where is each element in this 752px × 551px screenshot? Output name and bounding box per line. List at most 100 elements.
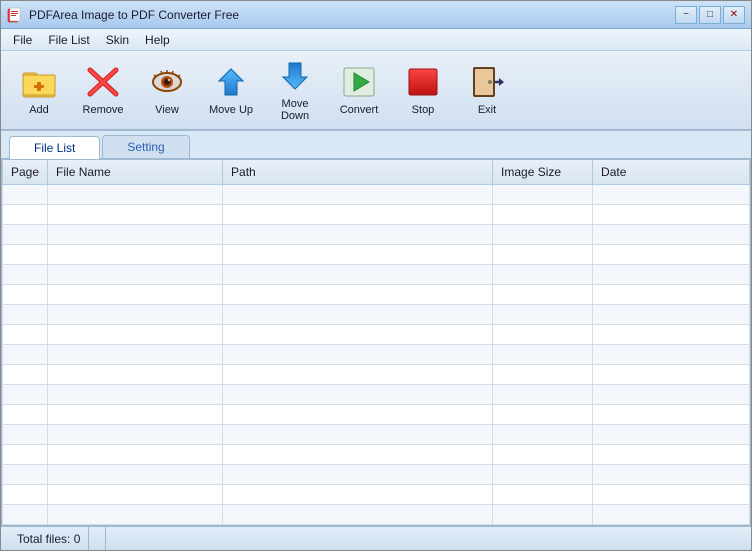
move-up-button[interactable]: Move Up bbox=[201, 55, 261, 125]
status-bar: Total files: 0 bbox=[1, 526, 751, 550]
table-cell bbox=[48, 324, 223, 344]
convert-label: Convert bbox=[340, 104, 379, 116]
table-cell bbox=[48, 424, 223, 444]
table-cell bbox=[48, 504, 223, 524]
tab-file-list[interactable]: File List bbox=[9, 136, 100, 159]
remove-label: Remove bbox=[83, 104, 124, 116]
table-cell bbox=[493, 284, 593, 304]
table-cell bbox=[593, 184, 750, 204]
col-header-filename: File Name bbox=[48, 160, 223, 184]
table-cell bbox=[223, 424, 493, 444]
table-cell bbox=[223, 344, 493, 364]
maximize-button[interactable]: □ bbox=[699, 6, 721, 24]
menu-help[interactable]: Help bbox=[137, 31, 178, 49]
table-cell bbox=[493, 384, 593, 404]
table-cell bbox=[223, 444, 493, 464]
table-cell bbox=[3, 224, 48, 244]
add-label: Add bbox=[29, 104, 49, 116]
table-row bbox=[3, 284, 750, 304]
table-row bbox=[3, 364, 750, 384]
table-cell bbox=[593, 304, 750, 324]
table-row bbox=[3, 424, 750, 444]
table-body: (function() { const tbody = document.get… bbox=[3, 184, 750, 526]
menu-filelist[interactable]: File List bbox=[40, 31, 97, 49]
table-cell bbox=[223, 184, 493, 204]
table-cell bbox=[593, 384, 750, 404]
table-cell bbox=[493, 464, 593, 484]
table-cell bbox=[493, 304, 593, 324]
move-up-label: Move Up bbox=[209, 104, 253, 116]
table-row bbox=[3, 224, 750, 244]
table-cell bbox=[48, 264, 223, 284]
stop-label: Stop bbox=[412, 104, 435, 116]
total-files-label: Total files: 0 bbox=[17, 532, 80, 546]
table-cell bbox=[3, 424, 48, 444]
table-cell bbox=[48, 364, 223, 384]
table-cell bbox=[223, 204, 493, 224]
menu-skin[interactable]: Skin bbox=[98, 31, 137, 49]
table-cell bbox=[3, 324, 48, 344]
file-table: Page File Name Path Image Size Date (fun… bbox=[2, 160, 750, 526]
table-cell bbox=[48, 304, 223, 324]
table-row bbox=[3, 504, 750, 524]
main-content: Page File Name Path Image Size Date (fun… bbox=[1, 159, 751, 526]
table-cell bbox=[593, 284, 750, 304]
table-cell bbox=[48, 184, 223, 204]
exit-button[interactable]: Exit bbox=[457, 55, 517, 125]
title-bar: PDFArea Image to PDF Converter Free − □ … bbox=[1, 1, 751, 29]
table-row bbox=[3, 344, 750, 364]
exit-label: Exit bbox=[478, 104, 496, 116]
table-cell bbox=[493, 504, 593, 524]
table-cell bbox=[3, 284, 48, 304]
window-title: PDFArea Image to PDF Converter Free bbox=[29, 8, 239, 22]
main-window: PDFArea Image to PDF Converter Free − □ … bbox=[0, 0, 752, 551]
minimize-button[interactable]: − bbox=[675, 6, 697, 24]
table-cell bbox=[493, 184, 593, 204]
table-row bbox=[3, 404, 750, 424]
table-cell bbox=[3, 264, 48, 284]
app-icon bbox=[7, 7, 23, 23]
table-cell bbox=[223, 244, 493, 264]
table-cell bbox=[3, 484, 48, 504]
table-cell bbox=[593, 464, 750, 484]
view-button[interactable]: View bbox=[137, 55, 197, 125]
table-row bbox=[3, 184, 750, 204]
tab-setting[interactable]: Setting bbox=[102, 135, 189, 158]
table-cell bbox=[223, 484, 493, 504]
table-cell bbox=[3, 244, 48, 264]
convert-button[interactable]: Convert bbox=[329, 55, 389, 125]
table-cell bbox=[48, 444, 223, 464]
table-cell bbox=[3, 384, 48, 404]
menu-file[interactable]: File bbox=[5, 31, 40, 49]
table-cell bbox=[3, 204, 48, 224]
table-row bbox=[3, 264, 750, 284]
close-button[interactable]: ✕ bbox=[723, 6, 745, 24]
table-cell bbox=[493, 224, 593, 244]
exit-icon bbox=[469, 64, 505, 100]
table-cell bbox=[3, 444, 48, 464]
table-cell bbox=[593, 444, 750, 464]
remove-button[interactable]: Remove bbox=[73, 55, 133, 125]
table-cell bbox=[3, 404, 48, 424]
table-cell bbox=[593, 344, 750, 364]
stop-button[interactable]: Stop bbox=[393, 55, 453, 125]
status-total-files: Total files: 0 bbox=[9, 527, 89, 550]
table-row bbox=[3, 304, 750, 324]
table-row bbox=[3, 384, 750, 404]
table-cell bbox=[223, 224, 493, 244]
table-cell bbox=[593, 324, 750, 344]
title-buttons: − □ ✕ bbox=[675, 6, 745, 24]
table-cell bbox=[593, 204, 750, 224]
status-section-2 bbox=[89, 527, 106, 550]
table-row bbox=[3, 444, 750, 464]
table-cell bbox=[3, 464, 48, 484]
table-row bbox=[3, 464, 750, 484]
add-button[interactable]: Add bbox=[9, 55, 69, 125]
col-header-imgsize: Image Size bbox=[493, 160, 593, 184]
table-cell bbox=[223, 284, 493, 304]
table-cell bbox=[48, 244, 223, 264]
table-cell bbox=[593, 404, 750, 424]
table-cell bbox=[223, 464, 493, 484]
move-down-button[interactable]: Move Down bbox=[265, 55, 325, 125]
tabs-area: File List Setting bbox=[1, 131, 751, 159]
